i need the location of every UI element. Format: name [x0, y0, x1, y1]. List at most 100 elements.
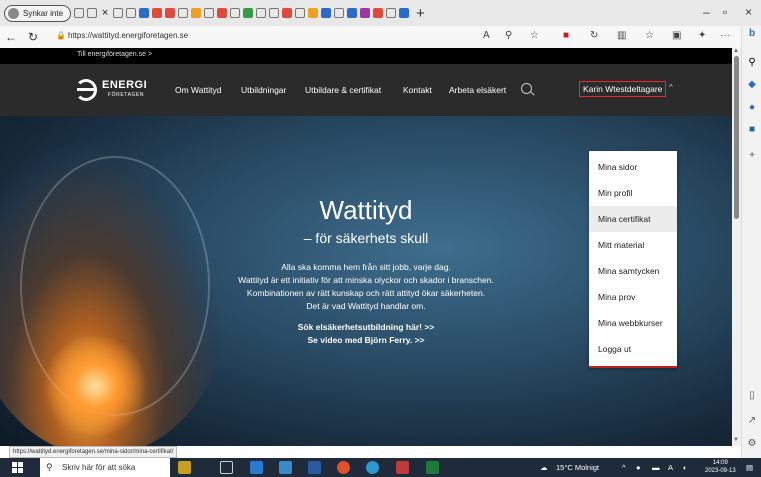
user-menu-button[interactable]: Karin Wtestdeltagare	[579, 81, 667, 97]
settings-gear-icon[interactable]: ⚙	[746, 438, 758, 450]
energiforetagen-link[interactable]: Till energiföretagen.se >	[77, 51, 152, 58]
tab-icon[interactable]	[360, 8, 371, 18]
tab-icon[interactable]	[386, 8, 397, 18]
clock-date: 2023-09-13	[705, 468, 736, 474]
extensions-puzzle-icon[interactable]: ✦	[698, 30, 706, 41]
weather-label[interactable]: 15°C Molnigt	[556, 463, 599, 472]
edge-icon[interactable]	[366, 461, 379, 474]
menu-item-min-profil[interactable]: Min profil	[589, 180, 677, 206]
menu-item-mina-certifikat[interactable]: Mina certifikat	[589, 206, 677, 232]
collections-icon[interactable]: ▣	[672, 30, 681, 41]
bing-icon[interactable]: b	[746, 28, 758, 40]
nav-om-wattityd[interactable]: Om Wattityd	[175, 85, 221, 95]
sidebar-layout-icon[interactable]: ▯	[746, 390, 758, 402]
tab-icon[interactable]	[152, 8, 163, 18]
tab-icon[interactable]	[139, 8, 150, 18]
shopping-tag-icon[interactable]: ◆	[746, 79, 758, 91]
back-icon[interactable]: ←	[0, 30, 22, 44]
nav-arbeta-elsakert[interactable]: Arbeta elsäkert	[449, 85, 506, 95]
volume-icon[interactable]: ◖	[682, 463, 687, 472]
close-tab-icon[interactable]: ×	[100, 7, 110, 19]
restore-icon[interactable]: ▫	[723, 5, 727, 19]
excel-icon[interactable]	[426, 461, 439, 474]
profile-sync-button[interactable]: Synkar inte	[4, 4, 72, 22]
taskbar-app-icon[interactable]	[250, 461, 263, 474]
outlook-icon[interactable]: ■	[746, 124, 758, 136]
tab-icon[interactable]	[165, 8, 176, 18]
tab-icon[interactable]	[347, 8, 358, 18]
tab-icon[interactable]	[334, 8, 345, 18]
external-link-icon[interactable]: ↗	[746, 415, 758, 427]
task-view-icon[interactable]	[220, 461, 233, 474]
nav-kontakt[interactable]: Kontakt	[403, 85, 432, 95]
more-options-icon[interactable]: ···	[720, 30, 730, 41]
tab-icon[interactable]	[321, 8, 332, 18]
taskbar-app-icon[interactable]	[178, 461, 191, 474]
minimize-icon[interactable]: –	[703, 5, 710, 19]
menu-item-mina-sidor[interactable]: Mina sidor	[589, 154, 677, 180]
tab-icon[interactable]	[308, 8, 319, 18]
scroll-down-icon[interactable]: ▼	[733, 437, 739, 443]
chevron-up-icon[interactable]: ^	[669, 83, 673, 92]
scroll-thumb[interactable]	[734, 56, 739, 219]
new-tab-button[interactable]: +	[416, 5, 425, 22]
menu-item-logga-ut[interactable]: Logga ut	[589, 336, 677, 362]
notifications-icon[interactable]: ▤	[746, 463, 753, 472]
tab-icon[interactable]	[243, 8, 254, 18]
tab-icon[interactable]	[282, 8, 293, 18]
url-field[interactable]: https://wattityd.energiforetagen.se	[68, 31, 188, 40]
taskbar-app-icon[interactable]	[396, 461, 409, 474]
refresh-extension-icon[interactable]: ↻	[590, 30, 598, 41]
split-screen-icon[interactable]: ▥	[617, 30, 626, 41]
tab-icon[interactable]	[178, 8, 189, 18]
menu-item-mitt-material[interactable]: Mitt material	[589, 232, 677, 258]
taskbar-app-icon[interactable]	[308, 461, 321, 474]
tab-icon[interactable]	[256, 8, 267, 18]
zoom-icon[interactable]: ⚲	[505, 30, 512, 41]
scroll-up-icon[interactable]: ▲	[733, 48, 739, 54]
tab-icon[interactable]	[269, 8, 280, 18]
favorite-star-icon[interactable]: ☆	[530, 30, 539, 41]
tray-app-icon[interactable]: ●	[636, 463, 641, 472]
lock-icon[interactable]: 🔒	[56, 31, 66, 40]
filament-glow	[40, 336, 150, 436]
tab-icon[interactable]	[113, 8, 124, 18]
menu-item-mina-samtycken[interactable]: Mina samtycken	[589, 258, 677, 284]
nav-utbildningar[interactable]: Utbildningar	[241, 85, 286, 95]
tab-icon[interactable]	[191, 8, 202, 18]
language-icon[interactable]: A	[668, 463, 673, 472]
top-strip: Till energiföretagen.se >	[0, 48, 732, 64]
user-dropdown-menu: Mina sidor Min profil Mina certifikat Mi…	[589, 151, 677, 368]
favorites-icon[interactable]: ☆	[645, 30, 654, 41]
taskbar-search-box[interactable]: ⚲ Skriv här för att söka	[40, 458, 170, 477]
tab-icon[interactable]	[230, 8, 241, 18]
network-icon[interactable]: ▬	[652, 463, 660, 472]
page-scrollbar[interactable]: ▲ ▼	[732, 48, 741, 446]
tab-icon[interactable]	[217, 8, 228, 18]
energiforetagen-logo[interactable]: ENERGI FÖRETAGEN	[75, 77, 153, 103]
tab-icon[interactable]	[74, 8, 85, 18]
search-icon[interactable]	[521, 83, 532, 94]
tab-icon[interactable]	[87, 8, 98, 18]
tab-icon[interactable]	[126, 8, 137, 18]
nav-utbildare-certifikat[interactable]: Utbildare & certifikat	[305, 85, 381, 95]
read-aloud-icon[interactable]: A	[483, 30, 490, 41]
tab-icon[interactable]	[295, 8, 306, 18]
extension-icon[interactable]: ■	[563, 30, 569, 41]
taskbar-clock[interactable]: 14:09 2023-09-13	[705, 459, 736, 475]
search-icon[interactable]: ⚲	[746, 57, 758, 69]
weather-icon[interactable]: ☁	[540, 463, 548, 472]
close-window-icon[interactable]: ×	[745, 5, 752, 19]
tab-icon[interactable]	[204, 8, 215, 18]
tab-icon[interactable]	[373, 8, 384, 18]
file-explorer-icon[interactable]	[279, 461, 292, 474]
chrome-icon[interactable]	[337, 461, 350, 474]
tray-chevron-icon[interactable]: ^	[622, 463, 626, 472]
tab-icon[interactable]	[399, 8, 410, 18]
refresh-icon[interactable]: ↻	[22, 30, 44, 44]
windows-start-icon[interactable]	[12, 462, 23, 473]
add-sidebar-app-icon[interactable]: +	[746, 150, 758, 162]
tools-icon[interactable]: ●	[746, 102, 758, 114]
menu-item-mina-webbkurser[interactable]: Mina webbkurser	[589, 310, 677, 336]
menu-item-mina-prov[interactable]: Mina prov	[589, 284, 677, 310]
